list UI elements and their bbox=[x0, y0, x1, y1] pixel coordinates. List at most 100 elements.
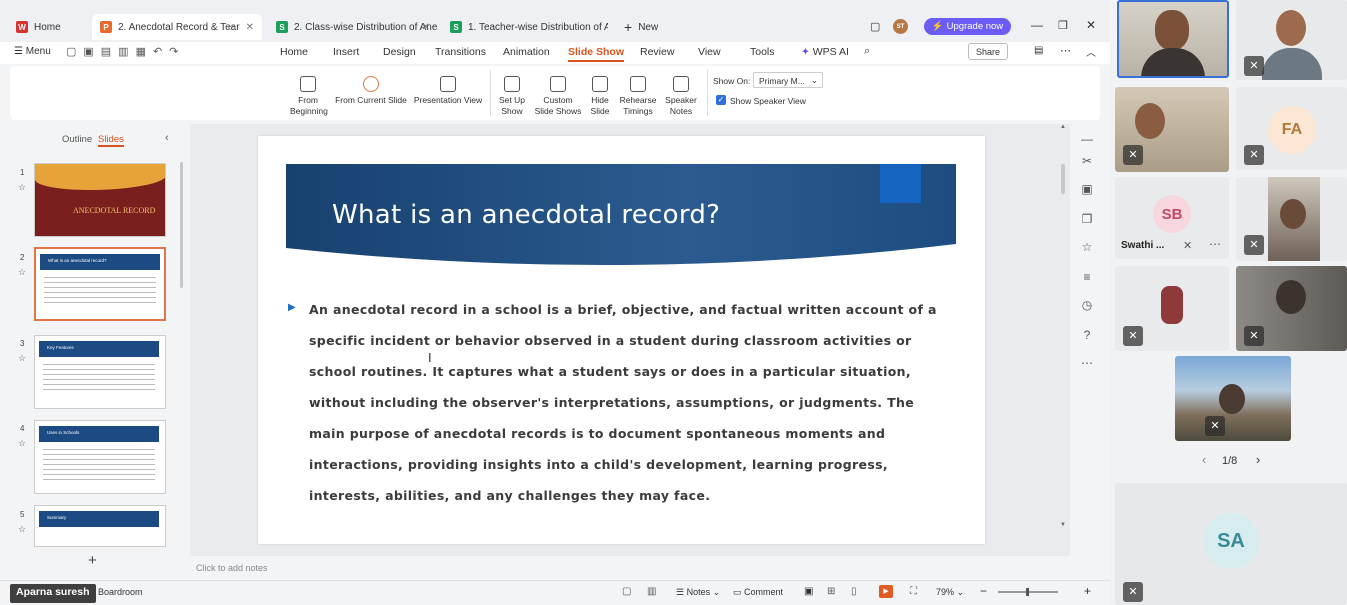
menu-tab-transitions[interactable]: Transitions bbox=[435, 46, 486, 58]
menu-tab-review[interactable]: Review bbox=[640, 46, 674, 58]
video-tile[interactable]: ✕ bbox=[1115, 87, 1229, 172]
fit-window-icon[interactable]: ⛶ bbox=[910, 586, 917, 597]
menu-tab-animation[interactable]: Animation bbox=[503, 46, 550, 58]
theme-name[interactable]: Boardroom bbox=[98, 587, 143, 597]
video-tile-active-speaker[interactable] bbox=[1117, 0, 1229, 78]
restore-icon[interactable]: ❐ bbox=[1058, 19, 1068, 32]
layers-icon[interactable]: ❐ bbox=[1080, 212, 1094, 226]
speaker-notes-button[interactable]: Speaker Notes bbox=[662, 76, 700, 116]
presentation-view-button[interactable]: Presentation View bbox=[412, 76, 484, 106]
menu-tab-design[interactable]: Design bbox=[383, 46, 416, 58]
scroll-thumb[interactable] bbox=[1061, 164, 1065, 194]
slide-canvas[interactable]: What is an anecdotal record? ▶ An anecdo… bbox=[258, 136, 985, 544]
close-tab-icon[interactable]: ✕ bbox=[246, 22, 254, 33]
slide-thumbnail-2[interactable]: What is an anecdotal record? bbox=[34, 247, 166, 321]
video-tile[interactable]: ✕ bbox=[1236, 177, 1347, 261]
menu-tab-wps-ai[interactable]: ✦ WPS AI bbox=[801, 46, 849, 58]
video-tile[interactable]: ✕ bbox=[1236, 0, 1347, 80]
video-tile[interactable]: ✕ bbox=[1236, 266, 1347, 351]
tab-home[interactable]: W Home bbox=[8, 14, 90, 40]
slide-thumbnail-1[interactable]: ANECDOTAL RECORD bbox=[34, 163, 166, 237]
from-beginning-button[interactable]: From Beginning bbox=[290, 76, 328, 116]
zoom-out-icon[interactable]: − bbox=[980, 584, 987, 598]
menu-button[interactable]: ☰ Menu bbox=[14, 46, 51, 57]
quick-access-icons[interactable]: ▢▣▤▥▦↶↷ bbox=[66, 45, 185, 58]
slide-title[interactable]: What is an anecdotal record? bbox=[332, 200, 720, 230]
menu-tab-view[interactable]: View bbox=[698, 46, 721, 58]
video-tile-sa[interactable]: SA ✕ bbox=[1115, 483, 1347, 605]
menu-tab-slide-show[interactable]: Slide Show bbox=[568, 46, 625, 62]
tablet-icon[interactable]: ▢ bbox=[870, 20, 880, 33]
image-tool-icon[interactable]: ▣ bbox=[1080, 182, 1094, 196]
more-icon[interactable]: ⋯ bbox=[1060, 44, 1071, 57]
slides-tab[interactable]: Slides bbox=[98, 134, 124, 147]
minus-icon[interactable]: — bbox=[1080, 132, 1094, 146]
more-tools-icon[interactable]: ⋯ bbox=[1080, 356, 1094, 370]
slide-thumbnail-3[interactable]: Key Features bbox=[34, 335, 166, 409]
menu-tab-home[interactable]: Home bbox=[280, 46, 308, 58]
add-slide-icon[interactable]: + bbox=[88, 552, 97, 569]
star-tool-icon[interactable]: ☆ bbox=[1080, 240, 1094, 254]
more-options-icon[interactable]: ⋯ bbox=[1209, 237, 1221, 251]
canvas-scrollbar[interactable]: ▲ ▼ bbox=[1058, 124, 1070, 556]
custom-slide-shows-button[interactable]: Custom Slide Shows bbox=[533, 76, 583, 116]
tab-teacher-wise[interactable]: S 1. Teacher-wise Distribution of Anecd bbox=[442, 14, 612, 40]
history-icon[interactable]: ◷ bbox=[1080, 298, 1094, 312]
collapse-pane-icon[interactable]: ‹ bbox=[165, 132, 169, 144]
prev-page-icon[interactable]: ‹ bbox=[1202, 452, 1206, 467]
slideshow-play-icon[interactable]: ▶ bbox=[879, 585, 893, 598]
notes-placeholder[interactable]: Click to add notes bbox=[196, 563, 268, 573]
close-window-icon[interactable]: ✕ bbox=[1086, 18, 1096, 32]
comment-icon[interactable]: ▤ bbox=[1034, 45, 1043, 56]
zoom-in-icon[interactable]: + bbox=[1084, 584, 1091, 598]
upgrade-button[interactable]: ⚡ Upgrade now bbox=[924, 18, 1011, 35]
scroll-up-icon[interactable]: ▲ bbox=[1060, 124, 1066, 130]
zoom-slider-thumb[interactable] bbox=[1026, 588, 1029, 596]
reading-view-icon[interactable]: ▯ bbox=[851, 586, 857, 597]
slide-body-text[interactable]: An anecdotal record in a school is a bri… bbox=[309, 294, 949, 511]
star-icon[interactable]: ☆ bbox=[18, 182, 26, 193]
hide-slide-button[interactable]: Hide Slide bbox=[587, 76, 613, 116]
tab-class-wise[interactable]: S 2. Class-wise Distribution of Ane ✕ bbox=[268, 14, 438, 40]
menu-tab-insert[interactable]: Insert bbox=[333, 46, 359, 58]
rehearse-timings-button[interactable]: Rehearse Timings bbox=[618, 76, 658, 116]
video-tile-fa[interactable]: FA ✕ bbox=[1236, 87, 1347, 170]
star-icon[interactable]: ☆ bbox=[18, 524, 26, 535]
magic-tool-icon[interactable]: ✂ bbox=[1080, 154, 1094, 168]
set-up-show-button[interactable]: Set Up Show bbox=[496, 76, 528, 116]
tab-anecdotal-record[interactable]: P 2. Anecdotal Record & Tear ▭ ✕ bbox=[92, 14, 262, 40]
star-icon[interactable]: ☆ bbox=[18, 353, 26, 364]
minimize-icon[interactable]: — bbox=[1031, 18, 1043, 32]
slide-thumbnail-4[interactable]: Uses in Schools bbox=[34, 420, 166, 494]
star-icon[interactable]: ☆ bbox=[18, 438, 26, 449]
search-icon[interactable]: ⌕ bbox=[864, 45, 870, 58]
zoom-level[interactable]: 79% ⌄ bbox=[936, 587, 964, 598]
slide-thumbnail-5[interactable]: Summary bbox=[34, 505, 166, 547]
user-avatar[interactable]: ST bbox=[893, 19, 908, 34]
next-page-icon[interactable]: › bbox=[1256, 452, 1260, 467]
share-button[interactable]: Share bbox=[968, 43, 1008, 60]
sliders-icon[interactable]: ≡ bbox=[1080, 270, 1094, 284]
show-on-select[interactable]: Primary M... ⌄ bbox=[753, 72, 823, 88]
slide-sorter-icon[interactable]: ⊞ bbox=[827, 586, 835, 597]
video-tile-sb[interactable]: SB Swathi ... ✕ ⋯ bbox=[1115, 177, 1229, 259]
from-current-slide-button[interactable]: From Current Slide bbox=[335, 76, 407, 106]
fit-icon[interactable]: ▢ bbox=[622, 586, 631, 597]
menu-bar: ☰ Menu ▢▣▤▥▦↶↷ Home Insert Design Transi… bbox=[0, 42, 1110, 64]
normal-view-icon[interactable]: ▣ bbox=[804, 586, 813, 597]
show-speaker-view-checkbox[interactable]: ✓ bbox=[716, 95, 726, 105]
format-icon[interactable]: ▥ bbox=[647, 586, 656, 597]
notes-button[interactable]: ☰ Notes ⌄ bbox=[676, 587, 720, 598]
video-tile[interactable]: ✕ bbox=[1115, 266, 1229, 351]
close-tab-icon[interactable]: ✕ bbox=[422, 22, 430, 33]
pane-scrollbar[interactable] bbox=[180, 162, 183, 288]
help-icon[interactable]: ? bbox=[1080, 328, 1094, 342]
collapse-ribbon-icon[interactable]: ︿ bbox=[1086, 44, 1096, 59]
comment-button[interactable]: ▭ Comment bbox=[733, 587, 783, 598]
scroll-down-icon[interactable]: ▼ bbox=[1060, 522, 1066, 528]
new-tab-button[interactable]: + New bbox=[616, 14, 676, 40]
outline-tab[interactable]: Outline bbox=[62, 134, 92, 145]
video-tile[interactable]: ✕ bbox=[1175, 356, 1291, 441]
star-icon[interactable]: ☆ bbox=[18, 267, 26, 278]
menu-tab-tools[interactable]: Tools bbox=[750, 46, 775, 58]
